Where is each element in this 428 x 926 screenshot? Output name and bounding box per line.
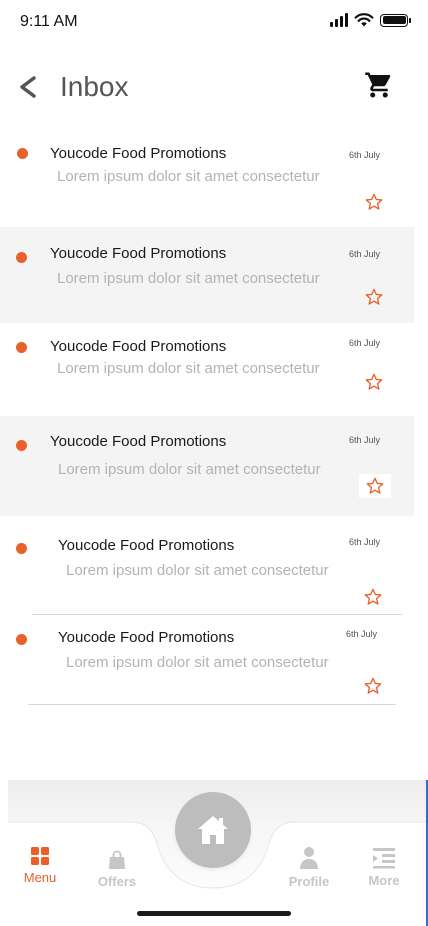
- unread-dot: [16, 440, 27, 451]
- unread-dot: [16, 543, 27, 554]
- header: Inbox: [0, 62, 428, 112]
- nav-menu[interactable]: Menu: [10, 846, 70, 896]
- message-item[interactable]: Youcode Food Promotions Lorem ipsum dolo…: [0, 323, 414, 416]
- message-preview: Lorem ipsum dolor sit amet consectetur: [66, 654, 329, 671]
- page-title: Inbox: [60, 71, 129, 102]
- star-outline-icon[interactable]: [363, 676, 383, 696]
- message-date: 6th July: [349, 150, 381, 160]
- message-preview: Lorem ipsum dolor sit amet consectetur: [57, 360, 320, 377]
- list-icon: [373, 848, 395, 869]
- home-button[interactable]: [175, 792, 251, 868]
- star-outline-icon: [366, 477, 384, 494]
- message-date: 6th July: [349, 537, 381, 547]
- star-outline-icon[interactable]: [363, 587, 383, 607]
- message-preview: Lorem ipsum dolor sit amet consectetur: [57, 168, 320, 185]
- back-arrow-icon: [20, 76, 36, 98]
- shopping-bag-icon: [109, 850, 125, 869]
- message-item[interactable]: Youcode Food Promotions Lorem ipsum dolo…: [0, 127, 414, 227]
- status-bar: 9:11 AM: [0, 0, 428, 46]
- message-divider: [28, 704, 396, 705]
- message-preview: Lorem ipsum dolor sit amet consectetur: [57, 270, 320, 287]
- message-sender: Youcode Food Promotions: [50, 245, 227, 262]
- unread-dot: [17, 148, 28, 159]
- nav-more-label: More: [368, 873, 400, 888]
- message-item[interactable]: Youcode Food Promotions Lorem ipsum dolo…: [0, 227, 414, 323]
- message-preview: Lorem ipsum dolor sit amet consectetur: [58, 461, 321, 478]
- message-item[interactable]: Youcode Food Promotions Lorem ipsum dolo…: [0, 615, 414, 705]
- nav-offers-label: Offers: [97, 874, 137, 889]
- status-icons: [330, 13, 411, 27]
- status-time: 9:11 AM: [20, 13, 78, 30]
- message-date: 6th July: [349, 435, 381, 445]
- bottom-nav: Menu Offers Profile More: [0, 780, 428, 926]
- unread-dot: [16, 342, 27, 353]
- back-button[interactable]: [14, 72, 42, 102]
- message-sender: Youcode Food Promotions: [58, 537, 235, 554]
- message-sender: Youcode Food Promotions: [50, 338, 227, 355]
- battery-icon: [380, 13, 411, 27]
- grid-icon: [31, 847, 49, 865]
- message-date: 6th July: [349, 249, 381, 259]
- nav-profile-label: Profile: [288, 874, 330, 889]
- nav-profile[interactable]: Profile: [279, 846, 339, 896]
- nav-more[interactable]: More: [354, 847, 414, 897]
- message-item[interactable]: Youcode Food Promotions Lorem ipsum dolo…: [0, 516, 414, 614]
- person-icon: [300, 847, 318, 869]
- message-date: 6th July: [346, 629, 378, 639]
- star-outline-icon[interactable]: [364, 287, 384, 307]
- star-outline-icon[interactable]: [364, 192, 384, 212]
- cellular-signal-icon: [330, 13, 348, 27]
- wifi-icon: [354, 13, 374, 27]
- message-item[interactable]: Youcode Food Promotions Lorem ipsum dolo…: [0, 416, 414, 516]
- cart-icon: [365, 72, 391, 98]
- home-icon: [198, 816, 228, 844]
- unread-dot: [16, 252, 27, 263]
- star-outline-icon[interactable]: [364, 372, 384, 392]
- cart-button[interactable]: [364, 70, 394, 100]
- message-sender: Youcode Food Promotions: [58, 629, 235, 646]
- message-sender: Youcode Food Promotions: [50, 433, 227, 450]
- message-date: 6th July: [349, 338, 381, 348]
- nav-offers[interactable]: Offers: [87, 850, 147, 900]
- message-preview: Lorem ipsum dolor sit amet consectetur: [66, 562, 329, 579]
- star-button[interactable]: [359, 474, 391, 498]
- home-indicator: [137, 911, 291, 916]
- message-sender: Youcode Food Promotions: [50, 145, 227, 162]
- nav-menu-label: Menu: [23, 870, 57, 885]
- unread-dot: [16, 634, 27, 645]
